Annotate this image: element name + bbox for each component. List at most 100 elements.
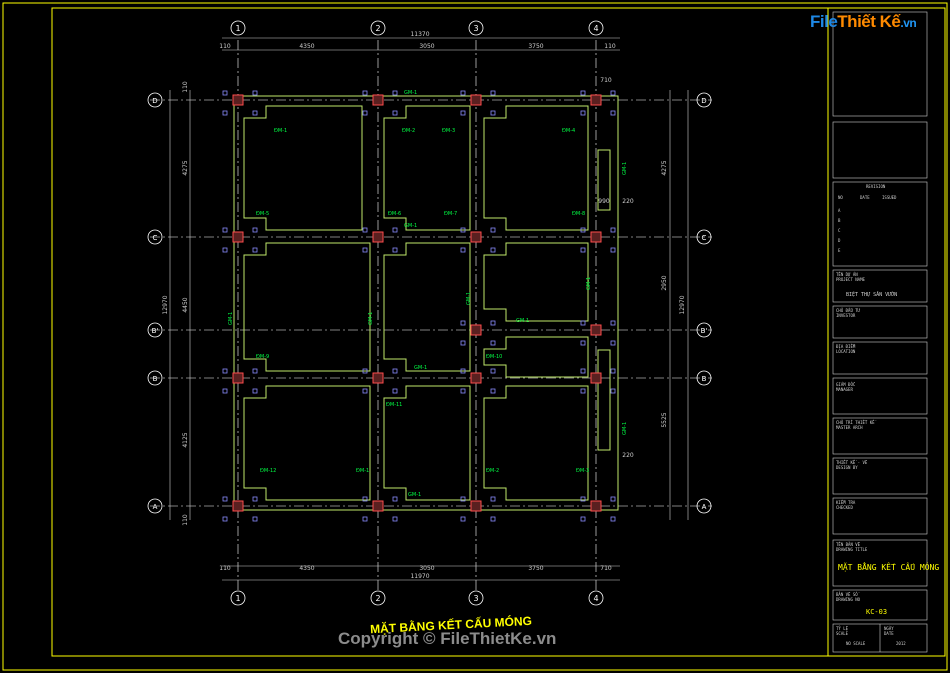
tb-text: C bbox=[838, 228, 841, 233]
pile bbox=[252, 247, 258, 253]
dim-text: 110 bbox=[182, 81, 189, 93]
dim-text: 710 bbox=[600, 565, 612, 572]
pile bbox=[580, 320, 586, 326]
column bbox=[372, 231, 384, 243]
pile bbox=[610, 496, 616, 502]
annotation-label: ĐM-6 bbox=[388, 211, 401, 217]
pile bbox=[460, 388, 466, 394]
grid-label: 3 bbox=[473, 24, 478, 33]
pile bbox=[362, 388, 368, 394]
annotation-label: ĐM-1 bbox=[356, 468, 369, 474]
annotation-label: ĐM-3 bbox=[442, 128, 455, 134]
annotation-label: ĐM-9 bbox=[256, 354, 269, 360]
dim-text: 4125 bbox=[182, 432, 189, 447]
pile bbox=[222, 516, 228, 522]
annotation-label: ĐM-8 bbox=[572, 211, 585, 217]
pile bbox=[362, 516, 368, 522]
annotation-label: ĐM-11 bbox=[386, 402, 402, 408]
tb-text: REVISION bbox=[866, 184, 886, 189]
dim-text: 3050 bbox=[419, 43, 434, 50]
tb-text: DATE bbox=[860, 195, 870, 200]
pile bbox=[392, 227, 398, 233]
tb-sheet-title: MẶT BẰNG KẾT CẤU MÓNG bbox=[838, 561, 939, 572]
pile bbox=[490, 227, 496, 233]
dim-text: 4350 bbox=[299, 565, 314, 572]
dim-text: 12970 bbox=[162, 295, 169, 314]
grid-label: B' bbox=[701, 327, 708, 335]
tb-text: MASTER ARCH bbox=[836, 425, 863, 430]
tb-blank-box bbox=[832, 121, 928, 179]
annotation-label: ĐM-2 bbox=[402, 128, 415, 134]
pile bbox=[252, 90, 258, 96]
annotation-label: ĐM-4 bbox=[562, 128, 575, 134]
annotation-label: GM-1 bbox=[622, 422, 628, 435]
grid-label: 3 bbox=[473, 594, 478, 603]
column bbox=[372, 94, 384, 106]
tb-text: BIỆT THỰ SÂN VƯỜN bbox=[846, 290, 897, 298]
foundation-walls bbox=[222, 90, 619, 522]
pile bbox=[222, 368, 228, 374]
tb-revision-box bbox=[832, 181, 928, 267]
annotation-label: GM-1 bbox=[516, 318, 529, 324]
dim-text: 4350 bbox=[299, 43, 314, 50]
pile bbox=[490, 90, 496, 96]
pile bbox=[610, 110, 616, 116]
outer-wall bbox=[233, 95, 619, 511]
grid-label: C bbox=[153, 234, 158, 242]
tb-text: DATE bbox=[884, 631, 894, 636]
column bbox=[232, 94, 244, 106]
pile bbox=[392, 90, 398, 96]
grid-label: 2 bbox=[375, 24, 380, 33]
tb-text: MANAGER bbox=[836, 387, 853, 392]
pile bbox=[252, 368, 258, 374]
pile bbox=[392, 247, 398, 253]
pile bbox=[490, 496, 496, 502]
annotation-label: ĐM-5 bbox=[256, 211, 269, 217]
copyright-watermark: Copyright © FileThietKe.vn bbox=[338, 629, 557, 648]
column bbox=[372, 372, 384, 384]
pile bbox=[610, 320, 616, 326]
pile bbox=[610, 247, 616, 253]
dim-text: 3750 bbox=[528, 43, 543, 50]
pile bbox=[610, 516, 616, 522]
tb-text: ISSUED bbox=[882, 195, 897, 200]
column bbox=[232, 231, 244, 243]
pile bbox=[362, 90, 368, 96]
footing-cell bbox=[483, 385, 589, 501]
grid-label: 1 bbox=[235, 594, 240, 603]
dim-text: 110 bbox=[219, 43, 231, 50]
dim-text: 3750 bbox=[528, 565, 543, 572]
dim-text: 12970 bbox=[679, 295, 686, 314]
pile bbox=[610, 340, 616, 346]
pile bbox=[222, 496, 228, 502]
column bbox=[470, 231, 482, 243]
pile bbox=[610, 227, 616, 233]
title-block: REVISIONNO DATE ISSUEDABCDETÊN DỰ ÁNPROJEC… bbox=[832, 11, 939, 653]
logo-part-file: File bbox=[810, 12, 838, 31]
pile bbox=[460, 340, 466, 346]
grid-label: 2 bbox=[375, 594, 380, 603]
tb-text: LOCATION bbox=[836, 349, 856, 354]
tb-text: SCALE bbox=[836, 631, 849, 636]
column bbox=[590, 372, 602, 384]
annotation-label: GM-1 bbox=[404, 90, 417, 96]
logo-part-thietke: Thiết Kế bbox=[837, 12, 901, 31]
grid-label: B bbox=[702, 375, 707, 383]
footing-cell bbox=[483, 242, 589, 322]
annotation-label: ĐM-12 bbox=[260, 468, 276, 474]
dim-text: 220 bbox=[622, 452, 634, 459]
grid-label: D bbox=[152, 97, 157, 105]
pile bbox=[392, 516, 398, 522]
annotation-label: GM-1 bbox=[466, 292, 472, 305]
pile bbox=[460, 516, 466, 522]
pile bbox=[610, 388, 616, 394]
tb-text: E bbox=[838, 248, 841, 253]
tb-text: DRAWING TITLE bbox=[836, 547, 868, 552]
grid-label: A bbox=[702, 503, 707, 511]
pile bbox=[222, 227, 228, 233]
pile bbox=[222, 110, 228, 116]
dim-text: 4450 bbox=[182, 297, 189, 312]
column bbox=[590, 500, 602, 512]
pile bbox=[392, 368, 398, 374]
grid-label: B' bbox=[152, 327, 159, 335]
